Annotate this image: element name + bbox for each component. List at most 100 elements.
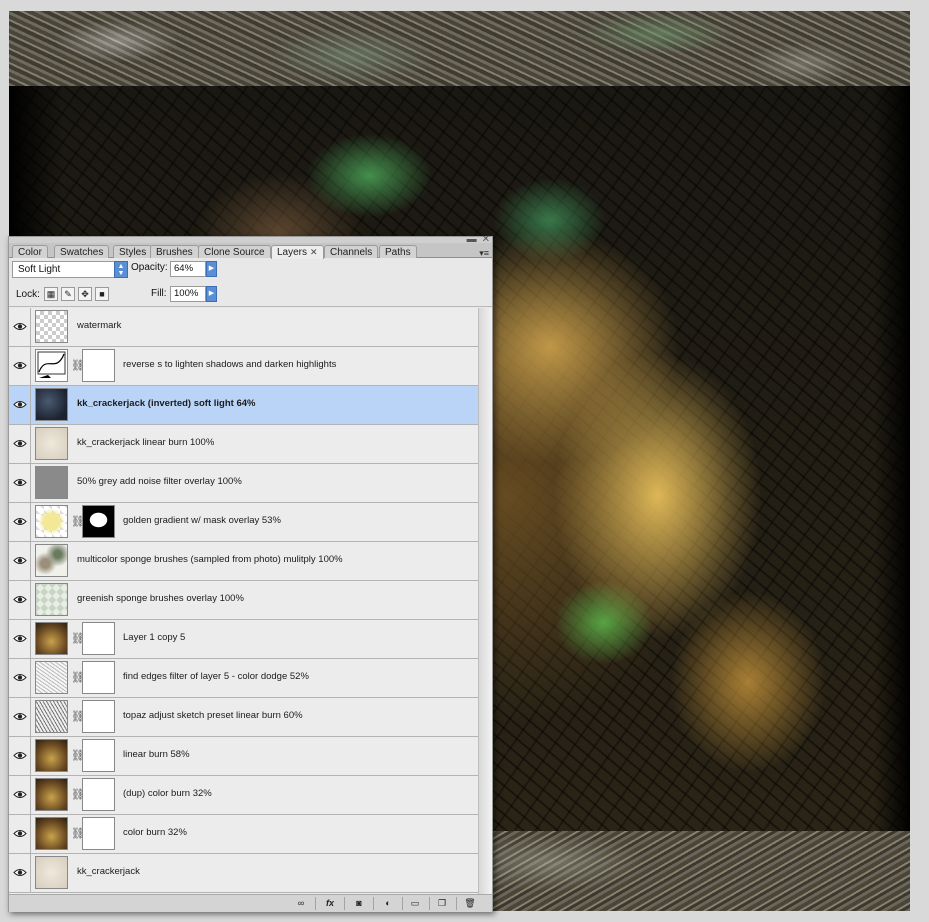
layer-thumbnail[interactable] <box>35 583 68 616</box>
layer-row[interactable]: ⛓ find edges filter of layer 5 - color do… <box>9 659 478 698</box>
layer-row[interactable]: ⛓ Layer 1 copy 5 <box>9 620 478 659</box>
opacity-arrow-button[interactable]: ▶ <box>206 261 217 277</box>
layer-thumbnail[interactable] <box>35 622 68 655</box>
layer-name[interactable]: kk_crackerjack linear burn 100% <box>77 437 214 448</box>
layer-mask-thumbnail[interactable] <box>82 700 115 733</box>
layer-thumbnail[interactable] <box>35 856 68 889</box>
layer-row[interactable]: multicolor sponge brushes (sampled from … <box>9 542 478 581</box>
layer-row[interactable]: ⛓ linear burn 58% <box>9 737 478 776</box>
curves-adjustment-icon[interactable] <box>35 349 68 382</box>
layer-row[interactable]: kk_crackerjack (inverted) soft light 64% <box>9 386 478 425</box>
new-group-icon[interactable]: ▭ <box>405 897 425 910</box>
visibility-eye-icon[interactable] <box>9 854 31 892</box>
tab-color[interactable]: Color <box>12 245 48 258</box>
lock-fill-row: Lock: ▦ ✎ ✥ ■ Fill: 100% ▶ <box>9 283 492 307</box>
layer-name[interactable]: multicolor sponge brushes (sampled from … <box>77 554 343 565</box>
layer-row[interactable]: ⛓ golden gradient w/ mask overlay 53% <box>9 503 478 542</box>
tab-swatches[interactable]: Swatches <box>54 245 110 258</box>
layer-name[interactable]: watermark <box>77 320 121 331</box>
layer-name[interactable]: topaz adjust sketch preset linear burn 6… <box>123 710 303 721</box>
tab-channels[interactable]: Channels <box>324 245 379 258</box>
layer-mask-thumbnail[interactable] <box>82 778 115 811</box>
layer-name[interactable]: color burn 32% <box>123 827 187 838</box>
visibility-eye-icon[interactable] <box>9 659 31 697</box>
new-layer-icon[interactable]: ❐ <box>432 897 452 910</box>
visibility-eye-icon[interactable] <box>9 464 31 502</box>
layer-thumbnail[interactable] <box>35 817 68 850</box>
tab-label: Channels <box>330 247 373 258</box>
layer-row[interactable]: ⛓ (dup) color burn 32% <box>9 776 478 815</box>
layer-name[interactable]: golden gradient w/ mask overlay 53% <box>123 515 281 526</box>
add-mask-icon[interactable]: ◙ <box>349 897 369 910</box>
fill-arrow-button[interactable]: ▶ <box>206 286 217 302</box>
visibility-eye-icon[interactable] <box>9 542 31 580</box>
visibility-eye-icon[interactable] <box>9 425 31 463</box>
layer-row[interactable]: kk_crackerjack linear burn 100% <box>9 425 478 464</box>
layer-name[interactable]: Layer 1 copy 5 <box>123 632 185 643</box>
visibility-eye-icon[interactable] <box>9 776 31 814</box>
layer-row[interactable]: ⛓ topaz adjust sketch preset linear burn … <box>9 698 478 737</box>
layer-name[interactable]: (dup) color burn 32% <box>123 788 212 799</box>
layer-mask-thumbnail[interactable] <box>82 505 115 538</box>
tab-close-icon[interactable]: ✕ <box>310 247 318 257</box>
layer-mask-thumbnail[interactable] <box>82 349 115 382</box>
layer-name[interactable]: kk_crackerjack <box>77 866 140 877</box>
layer-row[interactable]: ⛓ color burn 32% <box>9 815 478 854</box>
layer-list: watermark ⛓ reverse s to lighten shadows a… <box>9 308 478 894</box>
opacity-input[interactable]: 64% <box>170 261 206 277</box>
visibility-eye-icon[interactable] <box>9 620 31 658</box>
tab-paths[interactable]: Paths <box>379 245 417 258</box>
lock-position-icon[interactable]: ✥ <box>78 287 92 301</box>
visibility-eye-icon[interactable] <box>9 737 31 775</box>
tab-layers[interactable]: Layers ✕ <box>271 245 324 259</box>
layer-mask-thumbnail[interactable] <box>82 817 115 850</box>
visibility-eye-icon[interactable] <box>9 503 31 541</box>
adjustment-icon[interactable]: ◐ <box>378 897 398 910</box>
layer-thumbnail[interactable] <box>35 427 68 460</box>
visibility-eye-icon[interactable] <box>9 581 31 619</box>
blend-mode-select[interactable]: Soft Light ▲ ▼ <box>12 261 128 278</box>
layer-thumbnail[interactable] <box>35 505 68 538</box>
chevron-updown-icon[interactable]: ▲ ▼ <box>114 261 128 278</box>
visibility-eye-icon[interactable] <box>9 698 31 736</box>
layer-row[interactable]: greenish sponge brushes overlay 100% <box>9 581 478 620</box>
layer-thumbnail[interactable] <box>35 310 68 343</box>
lock-all-icon[interactable]: ■ <box>95 287 109 301</box>
layer-thumbnail[interactable] <box>35 388 68 421</box>
layer-thumbnail[interactable] <box>35 700 68 733</box>
layer-name[interactable]: reverse s to lighten shadows and darken … <box>123 359 336 370</box>
layer-row[interactable]: kk_crackerjack <box>9 854 478 893</box>
lock-pixels-icon[interactable]: ✎ <box>61 287 75 301</box>
layer-name[interactable]: find edges filter of layer 5 - color dod… <box>123 671 309 682</box>
layer-name[interactable]: 50% grey add noise filter overlay 100% <box>77 476 242 487</box>
layer-thumbnail[interactable] <box>35 544 68 577</box>
layer-name[interactable]: linear burn 58% <box>123 749 190 760</box>
visibility-eye-icon[interactable] <box>9 308 31 346</box>
fill-input[interactable]: 100% <box>170 286 206 302</box>
layer-thumbnail[interactable] <box>35 739 68 772</box>
layer-name[interactable]: kk_crackerjack (inverted) soft light 64% <box>77 398 255 409</box>
tab-styles[interactable]: Styles <box>113 245 153 258</box>
footer-divider <box>344 897 345 910</box>
link-layers-icon[interactable]: ∞ <box>291 897 311 910</box>
layer-thumbnail[interactable] <box>35 466 68 499</box>
visibility-eye-icon[interactable] <box>9 815 31 853</box>
layer-row[interactable]: ⛓ reverse s to lighten shadows and darken… <box>9 347 478 386</box>
layer-mask-thumbnail[interactable] <box>82 739 115 772</box>
layer-name[interactable]: greenish sponge brushes overlay 100% <box>77 593 244 604</box>
layer-thumbnail[interactable] <box>35 661 68 694</box>
visibility-eye-icon[interactable] <box>9 347 31 385</box>
tab-brushes[interactable]: Brushes <box>150 245 199 258</box>
layer-mask-thumbnail[interactable] <box>82 622 115 655</box>
layer-mask-thumbnail[interactable] <box>82 661 115 694</box>
trash-icon[interactable]: 🗑 <box>460 897 480 910</box>
visibility-eye-icon[interactable] <box>9 386 31 424</box>
lock-transparency-icon[interactable]: ▦ <box>44 287 58 301</box>
panel-menu-icon[interactable]: ▾≡ <box>479 248 489 259</box>
layer-thumbnail[interactable] <box>35 778 68 811</box>
fx-icon[interactable]: fx <box>320 897 340 910</box>
tab-clone-source[interactable]: Clone Source <box>198 245 271 258</box>
layer-row[interactable]: 50% grey add noise filter overlay 100% <box>9 464 478 503</box>
layer-list-scrollbar[interactable] <box>478 308 492 894</box>
layer-row[interactable]: watermark <box>9 308 478 347</box>
